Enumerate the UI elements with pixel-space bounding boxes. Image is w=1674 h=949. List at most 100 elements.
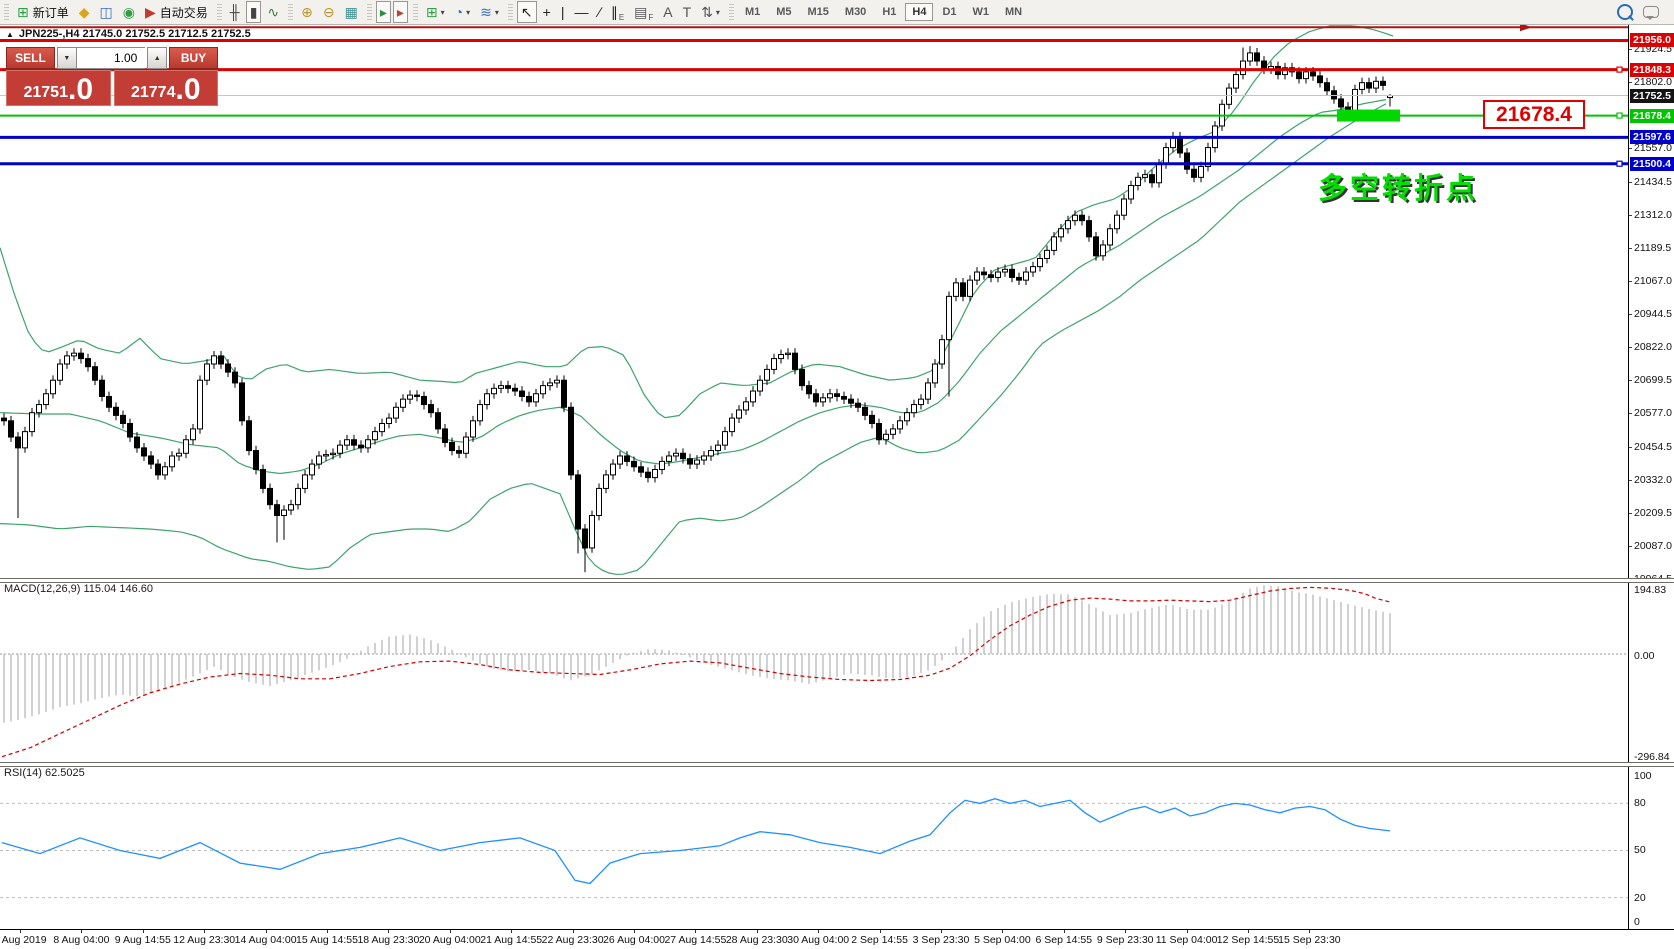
volume-increase-button[interactable]: ▲ [147,47,167,69]
toolbar-group: ╫ ▮ ∿ [213,0,284,24]
time-tick-mark [1125,930,1127,933]
chart-title-text: JPN225-,H4 21745.0 21752.5 21712.5 21752… [18,28,251,40]
dropdown-caret-icon[interactable]: ▾ [495,8,499,17]
indicators-button[interactable]: ⊞ ▾ [422,1,449,23]
toolbar-group: ⊕ ⊖ ▦ [284,0,363,24]
candlestick-chart-button[interactable]: ▮ [245,1,262,23]
time-tick-mark [818,930,820,933]
new-order-button[interactable]: ⊞ 新订单 [13,1,73,23]
auto-trading-button[interactable]: ▶ 自动交易 [141,1,212,23]
indicators-glyph: ⊞ [425,4,438,20]
sell-price-box[interactable]: 21751.0 [6,70,111,106]
timeframe-m30[interactable]: M30 [838,3,873,21]
toolbar-grip [507,4,513,20]
crosshair-button[interactable]: + [539,1,555,23]
arrows-button[interactable]: ⇅ ▾ [697,1,724,23]
chat-icon[interactable] [1639,1,1663,23]
time-tick-mark [1186,930,1188,933]
profile-window-icon[interactable]: ◫ [96,1,117,23]
cursor-button[interactable]: ↖ [516,1,537,23]
bar-chart-button[interactable]: ╫ [226,1,244,23]
time-tick-label: 6 Aug 2019 [0,934,47,946]
sell-button[interactable]: SELL [6,47,56,69]
chart-shift-button[interactable]: ▸ [392,1,408,23]
time-tick-label: 3 Sep 23:30 [912,934,970,946]
buy-button[interactable]: BUY [168,47,218,69]
alerts-icon[interactable]: ◆ [75,1,94,23]
search-icon[interactable] [1613,1,1637,23]
toolbar-group [1612,0,1664,24]
bar-chart-glyph: ╫ [229,4,240,20]
timeframe-d1[interactable]: D1 [935,3,963,21]
time-tick-mark [634,930,635,933]
channel-button[interactable]: ∥ E [607,1,628,23]
rsi-scale-label: 100 [1634,770,1652,782]
price-tick-mark [1629,247,1632,249]
time-tick-label: 6 Sep 14:55 [1035,934,1093,946]
text-button[interactable]: A [659,1,676,23]
auto-scroll-button[interactable]: ▸ [375,1,391,23]
time-tick-label: 2 Sep 14:55 [851,934,908,946]
turning-point-note[interactable]: 多空转折点 [1318,165,1478,207]
dropdown-caret-icon[interactable]: ▾ [716,8,720,17]
rsi-scale-label: 0 [1634,916,1640,928]
rsi-scale-label: 50 [1634,844,1646,856]
trendline-button[interactable]: ∕ [594,1,604,23]
vertical-line-glyph: | [560,4,565,20]
text-label-glyph: T [682,4,692,20]
timeframe-h1[interactable]: H1 [875,3,903,21]
timeframe-h4[interactable]: H4 [905,3,934,21]
period-button[interactable]: ◔ ▾ [451,1,474,23]
price-level-badge: 21597.6 [1630,130,1674,145]
price-tick-label: 20087.0 [1634,540,1672,553]
line-chart-button[interactable]: ∿ [263,1,283,23]
volume-input[interactable]: 1.00 [76,47,146,69]
time-tick-mark [1309,930,1311,933]
new-order-glyph: ⊞ [17,4,29,20]
signals-icon[interactable]: ◉ [119,1,139,23]
time-tick-mark [327,930,328,933]
price-tick-mark [1629,512,1632,514]
auto-trading-button-label: 自动交易 [159,5,208,20]
price-scale[interactable]: 21924.5 21802.0 21557.0 21434.5 21312.0 21189… [1628,25,1674,948]
fibonacci-button[interactable]: ▤ F [630,1,657,23]
signals-icon-glyph: ◉ [122,4,135,20]
tile-windows-button[interactable]: ▦ [341,1,362,23]
time-tick-label: 27 Aug 14:55 [664,934,727,946]
template-button[interactable]: ≋ ▾ [476,1,503,23]
timeframe-m15[interactable]: M15 [801,3,836,21]
timeframe-m5[interactable]: M5 [769,3,798,21]
horizontal-line-button[interactable]: — [570,1,592,23]
sell-price-decimal: .0 [67,73,94,106]
time-tick-label: 28 Aug 23:30 [725,934,788,946]
time-tick-mark [511,930,513,933]
price-tick-label: 20454.5 [1634,440,1672,453]
price-level-badge: 21848.3 [1630,62,1674,77]
time-scale[interactable]: 6 Aug 2019 8 Aug 04:00 9 Aug 14:5512 Aug 2… [0,929,1674,949]
collapse-icon[interactable]: ▲ [6,30,14,39]
rsi-scale-label: 20 [1634,892,1646,904]
toolbar-group: ↖ + | — ∕ ∥ E ▤ F A T ⇅ ▾ [504,0,725,24]
timeframe-w1[interactable]: W1 [966,3,997,21]
toolbar-group: ⊞ 新订单 ◆ ◫ ◉ ▶ 自动交易 [0,0,213,24]
text-label-button[interactable]: T [679,1,696,23]
time-tick-label: 9 Sep 23:30 [1096,934,1154,946]
volume-decrease-button[interactable]: ▼ [57,47,77,69]
dropdown-caret-icon[interactable]: ▾ [441,8,445,17]
vertical-line-button[interactable]: | [557,1,569,23]
pane-divider-macd[interactable] [0,578,1674,583]
buy-price-box[interactable]: 21774.0 [113,70,218,106]
timeframe-mn[interactable]: MN [998,3,1029,21]
dropdown-caret-icon[interactable]: ▾ [466,8,470,17]
timeframe-m1[interactable]: M1 [738,3,767,21]
price-level-badge: 21752.5 [1630,88,1674,103]
pane-divider-rsi[interactable] [0,762,1674,767]
zoom-out-button[interactable]: ⊖ [319,1,339,23]
chart-canvas[interactable] [0,1,1628,948]
chart-title: ▲ JPN225-,H4 21745.0 21752.5 21712.5 2175… [6,28,251,40]
time-tick-mark [1063,930,1065,933]
zoom-in-button[interactable]: ⊕ [297,1,317,23]
macd-label: MACD(12,26,9) 115.04 146.60 [4,583,153,595]
price-callout[interactable]: 21678.4 [1483,100,1585,129]
time-tick-label: 12 Aug 23:30 [173,934,236,946]
